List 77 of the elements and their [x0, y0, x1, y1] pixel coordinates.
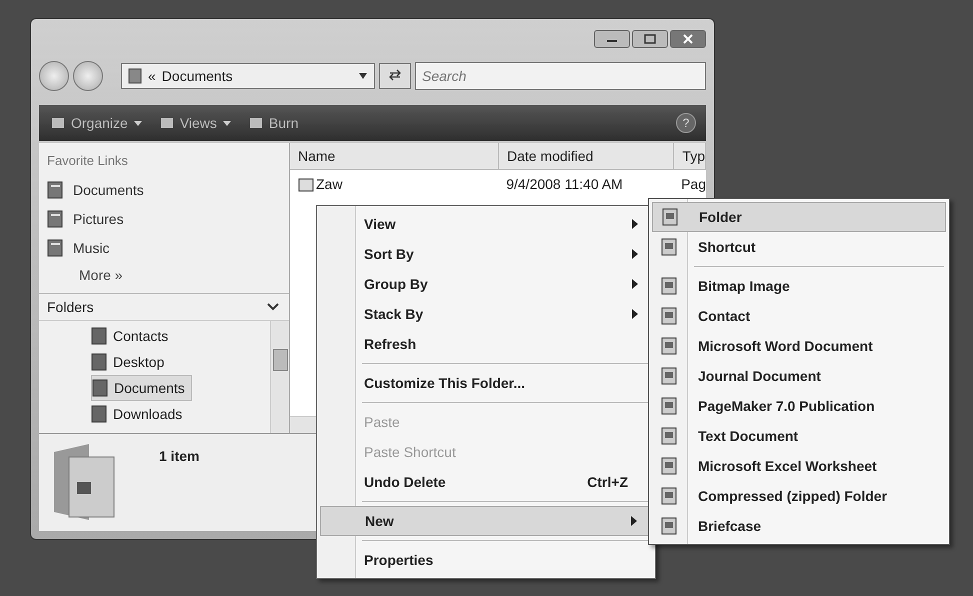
- close-icon: [681, 34, 695, 44]
- menu-item[interactable]: Journal Document: [652, 361, 946, 391]
- section-title: Favorite Links: [47, 153, 128, 168]
- minimize-button[interactable]: [594, 30, 630, 48]
- folder-icon: [47, 181, 63, 200]
- menu-item[interactable]: Customize This Folder...: [320, 368, 652, 398]
- menu-item[interactable]: Undo Delete Ctrl+Z: [320, 467, 652, 497]
- menu-item[interactable]: Refresh: [320, 329, 652, 359]
- close-button[interactable]: [670, 30, 706, 48]
- toolbar-icon: [51, 116, 65, 130]
- folder-tree-item[interactable]: Downloads: [91, 401, 188, 427]
- toolbar-button[interactable]: Burn: [246, 113, 300, 133]
- menu-item[interactable]: Bitmap Image: [652, 271, 946, 301]
- folder-tree-item[interactable]: Documents: [91, 375, 192, 401]
- favorite-link[interactable]: Documents: [47, 176, 144, 205]
- chevron-down-icon: [267, 303, 279, 311]
- refresh-icon: [388, 68, 402, 80]
- back-button[interactable]: [39, 61, 69, 91]
- file-icon: [660, 367, 678, 385]
- forward-button[interactable]: [73, 61, 103, 91]
- maximize-button[interactable]: [632, 30, 668, 48]
- menu-item[interactable]: Briefcase: [652, 511, 946, 541]
- folder-tree-item[interactable]: Desktop: [91, 349, 170, 375]
- file-icon: [660, 307, 678, 325]
- favorite-link[interactable]: Pictures: [47, 204, 124, 234]
- menu-item[interactable]: Microsoft Excel Worksheet: [652, 451, 946, 481]
- menu-item[interactable]: Stack By: [320, 299, 652, 329]
- menu-item[interactable]: Folder: [652, 202, 946, 232]
- file-icon: [660, 277, 678, 295]
- folder-icon: [47, 238, 63, 257]
- date-cell-text: 9/4/2008 11:40 AM: [505, 176, 624, 192]
- section-title: Folders: [47, 299, 94, 315]
- folder-icon: [91, 327, 107, 345]
- file-name-cell[interactable]: Zaw: [290, 176, 498, 192]
- toolbar-icon: [248, 116, 263, 130]
- folder-icon: [92, 379, 108, 397]
- favorite-link[interactable]: Music: [47, 233, 110, 262]
- menu-item[interactable]: Text Document: [652, 421, 946, 451]
- file-icon: [660, 487, 678, 505]
- menu-item[interactable]: View: [320, 209, 652, 239]
- search-field[interactable]: Search: [415, 62, 706, 90]
- file-icon: [660, 397, 678, 415]
- file-icon: [660, 238, 678, 256]
- scrollbar[interactable]: [270, 321, 289, 433]
- menu-item[interactable]: PageMaker 7.0 Publication: [652, 391, 946, 421]
- menu-item[interactable]: Compressed (zipped) Folder: [652, 481, 946, 511]
- toolbar-button[interactable]: Organize: [49, 113, 144, 133]
- more-link[interactable]: More »: [79, 262, 123, 287]
- maximize-icon: [643, 34, 657, 44]
- toolbar-button[interactable]: Views: [158, 113, 233, 133]
- folder-icon: [128, 68, 142, 84]
- file-icon: [660, 457, 678, 475]
- menu-item[interactable]: Contact: [652, 301, 946, 331]
- column-header[interactable]: Date modified: [498, 143, 674, 169]
- item-count: 1 item: [159, 448, 200, 464]
- folder-icon: [47, 210, 63, 228]
- folder-icon: [91, 353, 107, 371]
- menu-item[interactable]: Sort By: [320, 239, 652, 269]
- menu-item[interactable]: Microsoft Word Document: [652, 331, 946, 361]
- folder-tree-item[interactable]: Contacts: [91, 323, 174, 349]
- dropdown-icon: [358, 73, 368, 79]
- menu-item[interactable]: Shortcut: [652, 232, 946, 262]
- file-icon: [661, 208, 679, 226]
- file-icon: [298, 176, 314, 192]
- help-button[interactable]: ?: [676, 113, 696, 133]
- refresh-button[interactable]: [379, 63, 411, 89]
- toolbar-icon: [160, 116, 174, 130]
- column-header[interactable]: Typ: [674, 143, 706, 169]
- column-header[interactable]: Name: [290, 143, 499, 169]
- file-icon: [660, 337, 678, 355]
- folder-icon: [91, 405, 107, 423]
- type-cell-text: Pag: [680, 176, 706, 192]
- file-icon: [660, 517, 678, 535]
- menu-item[interactable]: Group By: [320, 269, 652, 299]
- address-field[interactable]: « Documents: [121, 63, 375, 89]
- file-icon: [660, 427, 678, 445]
- menu-item[interactable]: Properties: [320, 545, 652, 575]
